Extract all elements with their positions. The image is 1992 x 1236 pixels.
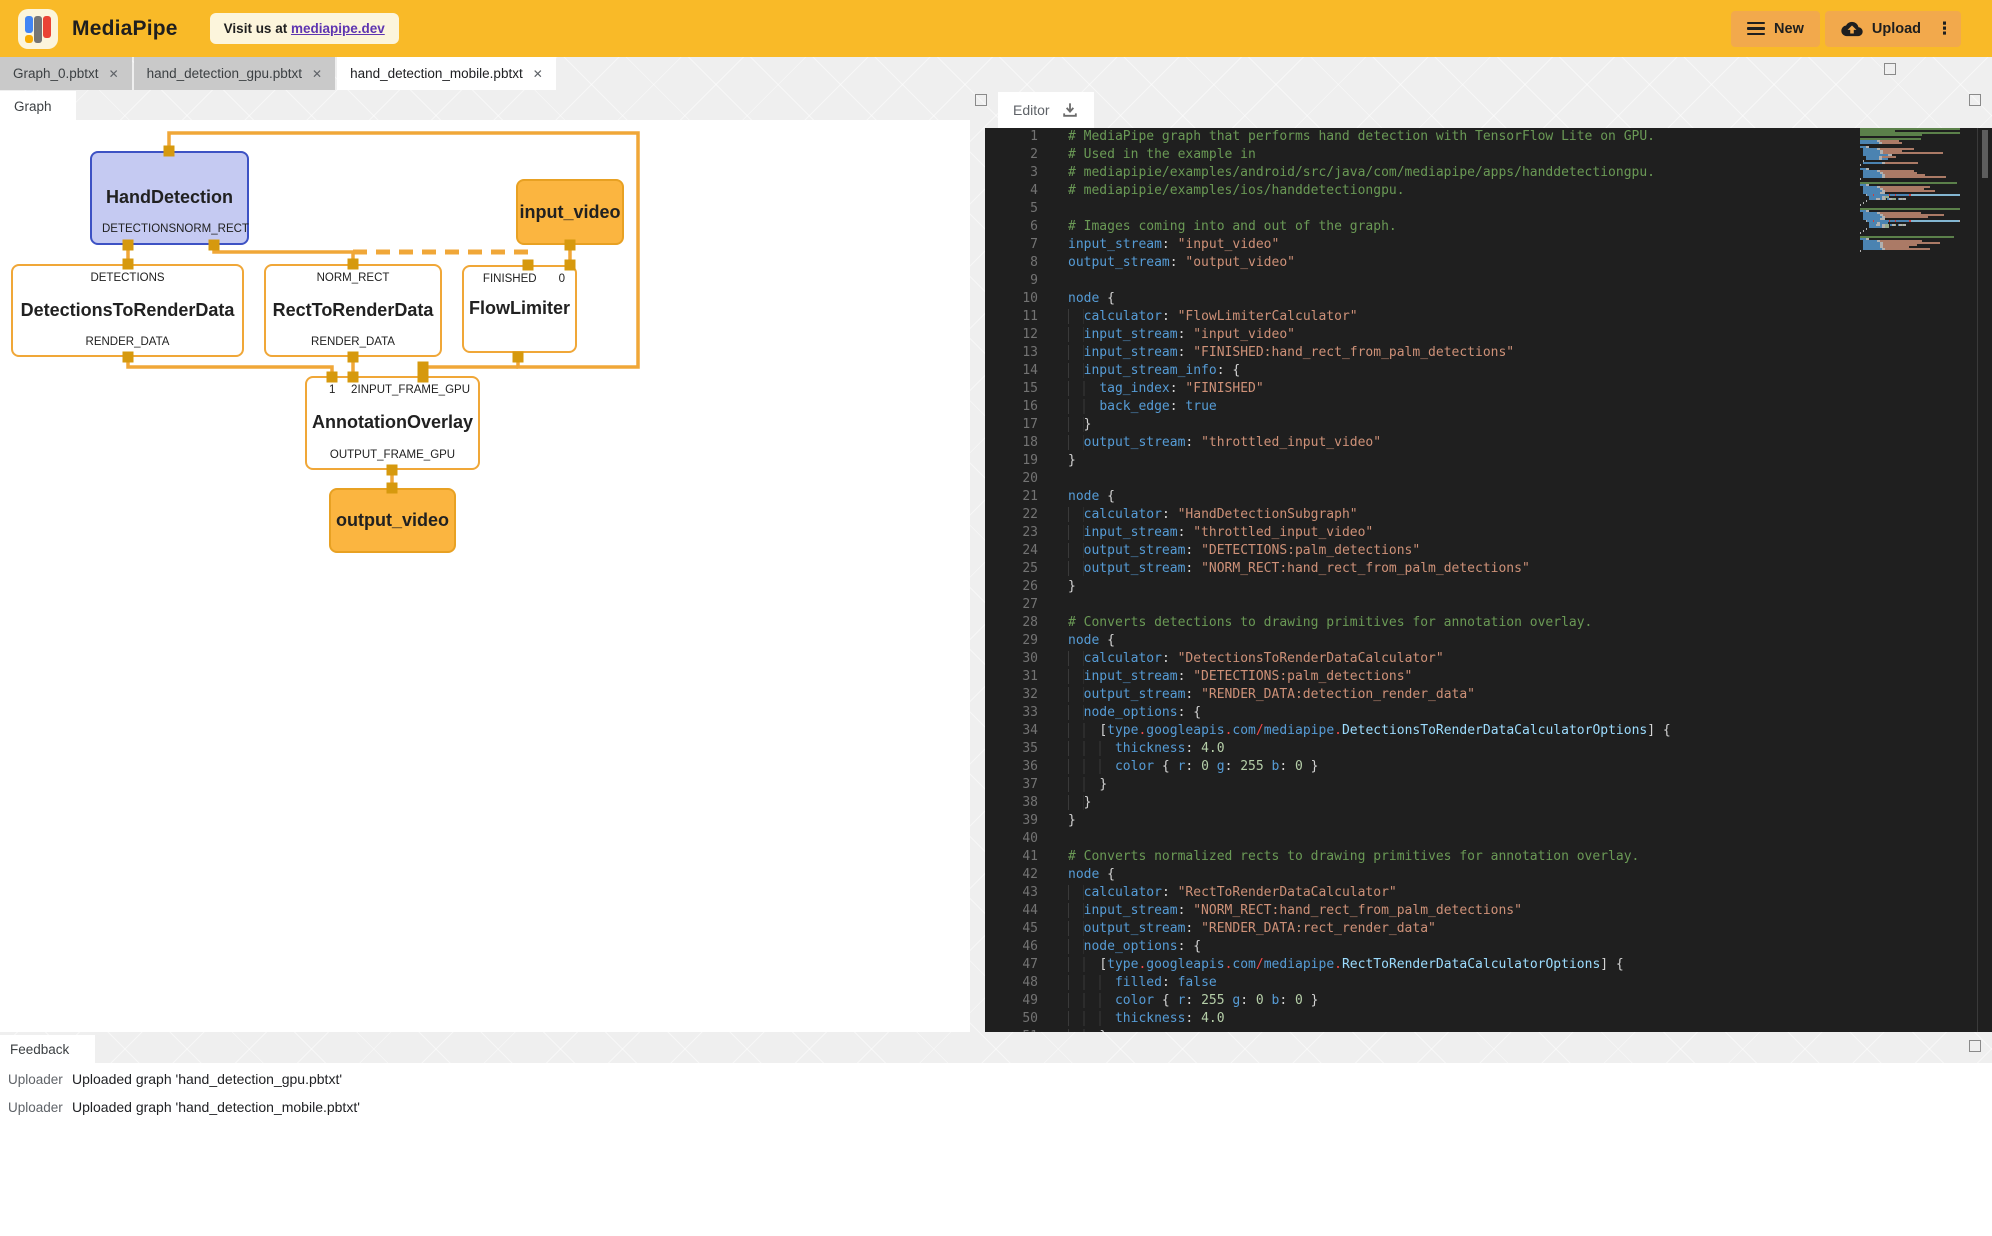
out-port-render-data[interactable]: RENDER_DATA (86, 336, 170, 348)
out-port-output-frame-gpu[interactable]: OUTPUT_FRAME_GPU (330, 449, 455, 461)
node-title: input_video (519, 202, 620, 223)
graph-canvas[interactable]: HandDetection DETECTIONS NORM_RECT input… (0, 120, 970, 1032)
feedback-row: Uploader Uploaded graph 'hand_detection_… (0, 1099, 1992, 1127)
file-tab-label: Graph_0.pbtxt (13, 66, 99, 81)
close-icon[interactable]: ✕ (109, 67, 119, 81)
edge-norm-rect (214, 245, 353, 264)
file-tab-label: hand_detection_gpu.pbtxt (147, 66, 302, 81)
node-title: RectToRenderData (266, 300, 440, 321)
close-icon[interactable]: ✕ (533, 67, 543, 81)
code-editor[interactable]: 1234567891011121314151617181920212223242… (985, 128, 1992, 1032)
graph-node-rect-to-render-data[interactable]: NORM_RECT RectToRenderData RENDER_DATA (264, 264, 442, 357)
more-options-icon[interactable]: ⋮ (1930, 19, 1953, 39)
code-lines[interactable]: # MediaPipe graph that performs hand det… (1068, 128, 1671, 1032)
file-tabstrip: Graph_0.pbtxt ✕ hand_detection_gpu.pbtxt… (0, 57, 558, 90)
new-button-label: New (1774, 21, 1804, 37)
graph-node-input-video[interactable]: input_video (516, 179, 624, 245)
graph-node-output-video[interactable]: output_video (329, 488, 456, 553)
file-tab-hand-detection-gpu[interactable]: hand_detection_gpu.pbtxt ✕ (134, 57, 335, 90)
upload-button-label: Upload (1872, 21, 1921, 37)
scrollbar-thumb[interactable] (1982, 130, 1988, 178)
feedback-source: Uploader (8, 1100, 70, 1115)
editor-tab-label: Editor (1013, 102, 1050, 118)
edge-detection-render-data (128, 357, 332, 377)
out-port-detections[interactable]: DETECTIONS (102, 223, 176, 235)
in-port-input-frame-gpu[interactable]: INPUT_FRAME_GPU (358, 384, 470, 396)
out-port-norm-rect[interactable]: NORM_RECT (176, 223, 249, 235)
editor-scrollbar[interactable] (1977, 128, 1992, 1032)
file-tab-graph0[interactable]: Graph_0.pbtxt ✕ (0, 57, 132, 90)
feedback-message: Uploaded graph 'hand_detection_gpu.pbtxt… (72, 1071, 342, 1087)
app-title: MediaPipe (72, 17, 178, 41)
in-port-2[interactable]: 2 (351, 384, 357, 396)
upload-button[interactable]: Upload ⋮ (1825, 11, 1961, 47)
in-port-detections[interactable]: DETECTIONS (90, 272, 164, 284)
node-title: DetectionsToRenderData (13, 300, 242, 321)
expand-editor-icon[interactable] (1969, 94, 1981, 106)
in-port-0[interactable]: 0 (559, 273, 565, 285)
close-icon[interactable]: ✕ (312, 67, 322, 81)
visit-text: Visit us at (224, 21, 291, 36)
graph-node-detections-to-render-data[interactable]: DETECTIONS DetectionsToRenderData RENDER… (11, 264, 244, 357)
tab-graph[interactable]: Graph (0, 91, 76, 121)
graph-node-flow-limiter[interactable]: FINISHED 0 FlowLimiter (462, 265, 577, 353)
out-port-render-data[interactable]: RENDER_DATA (311, 336, 395, 348)
in-port-1[interactable]: 1 (329, 384, 335, 396)
graph-tab-label: Graph (14, 99, 52, 114)
expand-panel-icon[interactable] (1884, 63, 1896, 75)
editor-minimap[interactable] (1860, 128, 1960, 252)
file-tab-label: hand_detection_mobile.pbtxt (350, 66, 523, 81)
in-port-norm-rect[interactable]: NORM_RECT (317, 272, 390, 284)
feedback-source: Uploader (8, 1072, 70, 1087)
feedback-message: Uploaded graph 'hand_detection_mobile.pb… (72, 1099, 360, 1115)
tab-editor[interactable]: Editor (998, 92, 1094, 128)
app-header: MediaPipe Visit us at mediapipe.dev New … (0, 0, 1992, 57)
node-title: FlowLimiter (464, 298, 575, 319)
mediapipe-logo-icon (18, 9, 58, 49)
feedback-bar: Feedback (0, 1035, 1992, 1063)
feedback-tab-label: Feedback (10, 1042, 69, 1057)
mediapipe-logo (18, 9, 58, 49)
node-title: HandDetection (92, 187, 247, 208)
visit-pill: Visit us at mediapipe.dev (210, 13, 399, 44)
menu-icon (1747, 22, 1765, 36)
tab-feedback[interactable]: Feedback (0, 1035, 95, 1063)
feedback-log: Uploader Uploaded graph 'hand_detection_… (0, 1063, 1992, 1236)
new-button[interactable]: New (1731, 11, 1820, 47)
code-gutter: 1234567891011121314151617181920212223242… (985, 128, 1068, 1032)
mediapipe-dev-link[interactable]: mediapipe.dev (291, 21, 385, 36)
download-icon[interactable] (1060, 100, 1080, 120)
file-tab-hand-detection-mobile[interactable]: hand_detection_mobile.pbtxt ✕ (337, 57, 556, 90)
graph-node-annotation-overlay[interactable]: 1 2 INPUT_FRAME_GPU AnnotationOverlay OU… (305, 376, 480, 470)
in-port-finished[interactable]: FINISHED (483, 273, 537, 285)
graph-node-hand-detection[interactable]: HandDetection DETECTIONS NORM_RECT (90, 151, 249, 245)
expand-graph-icon[interactable] (975, 94, 987, 106)
feedback-row: Uploader Uploaded graph 'hand_detection_… (0, 1071, 1992, 1099)
node-title: output_video (336, 510, 449, 531)
cloud-upload-icon (1841, 21, 1863, 37)
graph-edges (0, 120, 970, 1032)
node-title: AnnotationOverlay (307, 412, 478, 433)
